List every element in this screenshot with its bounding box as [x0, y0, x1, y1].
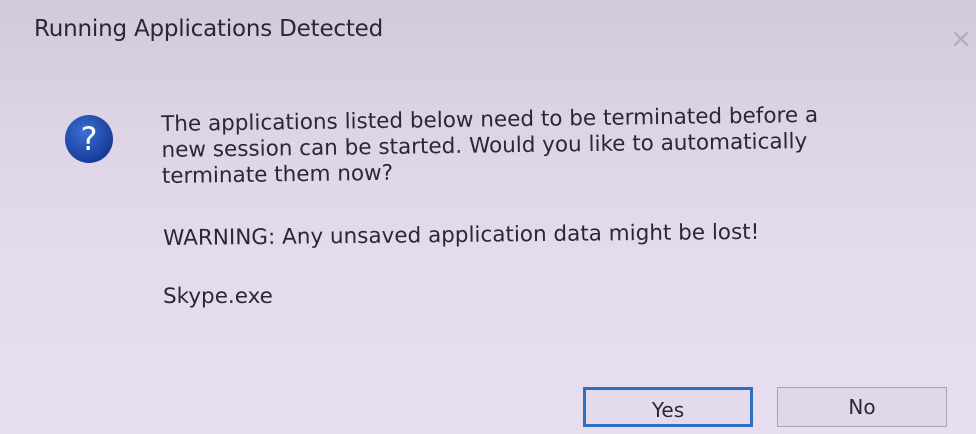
close-icon: ×: [950, 24, 972, 54]
question-icon: ?: [64, 114, 114, 164]
application-list-item: Skype.exe: [163, 284, 273, 309]
close-button[interactable]: ×: [946, 24, 976, 54]
yes-button[interactable]: Yes: [583, 387, 753, 427]
svg-text:?: ?: [81, 120, 98, 158]
running-applications-dialog: Running Applications Detected × ? The ap…: [0, 0, 976, 434]
no-button[interactable]: No: [777, 387, 947, 427]
dialog-title: Running Applications Detected: [34, 16, 384, 42]
dialog-message: The applications listed below need to be…: [161, 101, 942, 190]
warning-text: WARNING: Any unsaved application data mi…: [163, 219, 760, 251]
title-bar[interactable]: Running Applications Detected ×: [0, 0, 976, 62]
